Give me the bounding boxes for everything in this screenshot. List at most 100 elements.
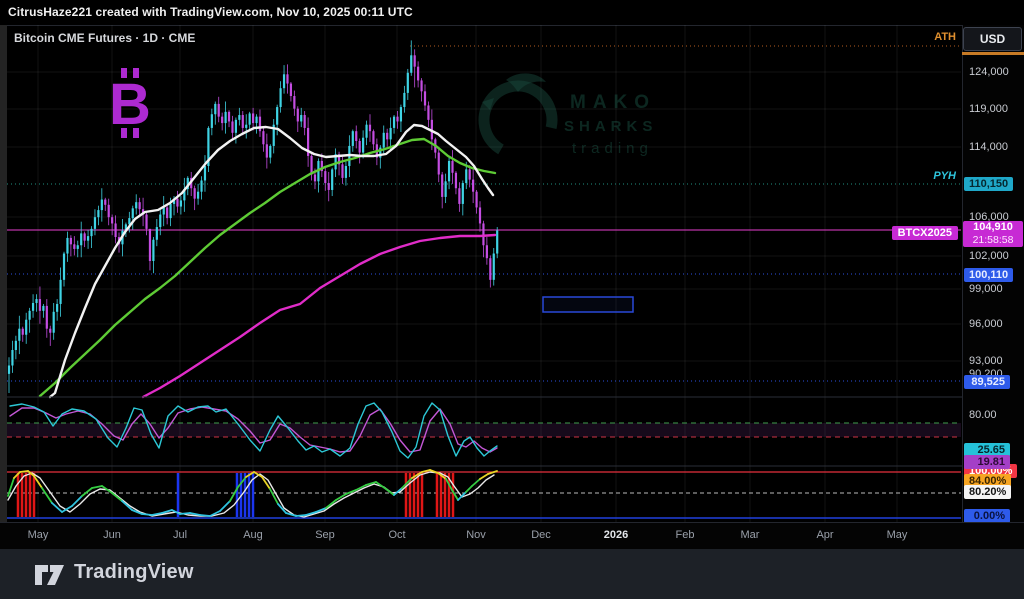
signal-bar-blue	[248, 473, 251, 517]
last-price-value: 104,910	[963, 221, 1023, 234]
candle-body	[479, 207, 481, 223]
candle-body	[149, 229, 151, 261]
candle-body	[427, 105, 429, 119]
candle-body	[132, 208, 134, 218]
osc-multicolor-line	[386, 489, 394, 495]
candle-body	[66, 238, 68, 254]
candle-body	[204, 166, 206, 180]
candle-body	[420, 80, 422, 91]
candle-body	[293, 96, 295, 109]
candle-body	[35, 299, 37, 303]
osc-multicolor-line	[112, 493, 122, 501]
candle-body	[156, 227, 158, 240]
price-axis-label: 96,000	[969, 318, 1003, 330]
candle-body	[331, 169, 333, 190]
candle-body	[441, 174, 443, 196]
time-axis-label: Jul	[173, 529, 187, 541]
candle-body	[286, 74, 288, 83]
candle-body	[214, 104, 216, 114]
candle-body	[114, 223, 116, 237]
candle-body	[372, 131, 374, 144]
signal-bar-blue	[236, 473, 239, 517]
price-axis-label: 93,000	[969, 355, 1003, 367]
price-axis-label: 99,000	[969, 283, 1003, 295]
candle-body	[269, 146, 271, 158]
time-axis[interactable]: MayJunJulAugSepOctNovDec2026FebMarAprMay	[0, 522, 1024, 550]
candle-body	[15, 341, 17, 350]
signal-bar-red	[440, 473, 443, 517]
candle-body	[11, 350, 13, 366]
tradingview-window: CitrusHaze221 created with TradingView.c…	[0, 0, 1024, 599]
candle-body	[211, 114, 213, 128]
candle-body	[369, 125, 371, 131]
candle-body	[104, 200, 106, 205]
candle-body	[59, 280, 61, 304]
ma-slow-magenta	[143, 235, 495, 397]
chart-legend-title[interactable]: Bitcoin CME Futures · 1D · CME	[14, 31, 195, 45]
candle-body	[197, 192, 199, 199]
time-axis-label: Jun	[103, 529, 121, 541]
candle-body	[42, 306, 44, 311]
time-axis-label: Sep	[315, 529, 335, 541]
candle-body	[300, 115, 302, 121]
time-axis-label: May	[28, 529, 49, 541]
candle-body	[304, 115, 306, 128]
price-scale[interactable]: 124,000119,000114,000106,000102,00099,00…	[962, 25, 1024, 522]
time-axis-label: 2026	[604, 529, 628, 541]
candle-body	[390, 128, 392, 139]
candle-body	[393, 117, 395, 128]
tradingview-logo-icon[interactable]	[34, 562, 66, 588]
candle-body	[486, 245, 488, 258]
candle-body	[108, 205, 110, 217]
candle-body	[139, 202, 141, 209]
candle-body	[56, 304, 58, 312]
signal-bar-red	[29, 473, 32, 517]
candle-body	[280, 88, 282, 107]
candle-body	[49, 329, 51, 333]
candle-body	[180, 200, 182, 206]
candle-body	[63, 254, 65, 280]
candle-body	[455, 173, 457, 188]
ath-level-label: ATH	[934, 31, 956, 43]
bitcoin-b-glyph: B	[109, 72, 151, 137]
watermark-line3: trading	[572, 140, 653, 157]
osc-multicolor-line	[42, 488, 52, 503]
osc-multicolor-line	[92, 486, 102, 488]
candle-body	[489, 258, 491, 280]
candle-body	[228, 112, 230, 122]
signal-bar-red	[17, 473, 20, 517]
ma-fast-white	[50, 125, 493, 397]
time-axis-label: May	[887, 529, 908, 541]
pyh-level-label: PYH	[933, 170, 956, 182]
osc-multicolor-line	[142, 514, 152, 515]
mako-sharks-watermark: MAKO SHARKS trading	[468, 66, 698, 176]
candle-body	[169, 204, 171, 218]
candle-body	[32, 303, 34, 311]
candle-body	[235, 120, 237, 133]
osc-multicolor-line	[20, 471, 28, 472]
candle-body	[46, 306, 48, 329]
time-axis-label: Mar	[741, 529, 760, 541]
candle-body	[355, 131, 357, 141]
candle-body	[324, 171, 326, 183]
osc-multicolor-line	[466, 486, 472, 492]
last-price-badge: 104,910 21:58:58	[963, 221, 1023, 247]
osc-multicolor-line	[296, 515, 306, 516]
currency-toggle-button[interactable]: USD	[963, 27, 1022, 51]
tradingview-brand-text[interactable]: TradingView	[74, 561, 194, 584]
candle-body	[400, 107, 402, 121]
signal-bar-blue	[177, 473, 180, 517]
candle-body	[39, 299, 41, 311]
candle-body	[482, 223, 484, 245]
candle-body	[414, 55, 416, 66]
candle-body	[25, 320, 27, 335]
candle-body	[29, 311, 31, 320]
candle-body	[462, 183, 464, 204]
candle-body	[8, 365, 10, 373]
candle-body	[403, 93, 405, 107]
shark-logo-icon	[468, 68, 568, 168]
candle-body	[77, 245, 79, 249]
candle-body	[314, 174, 316, 181]
collapsed-toolbar-strip[interactable]	[0, 25, 7, 522]
drawing-rectangle[interactable]	[543, 297, 633, 312]
